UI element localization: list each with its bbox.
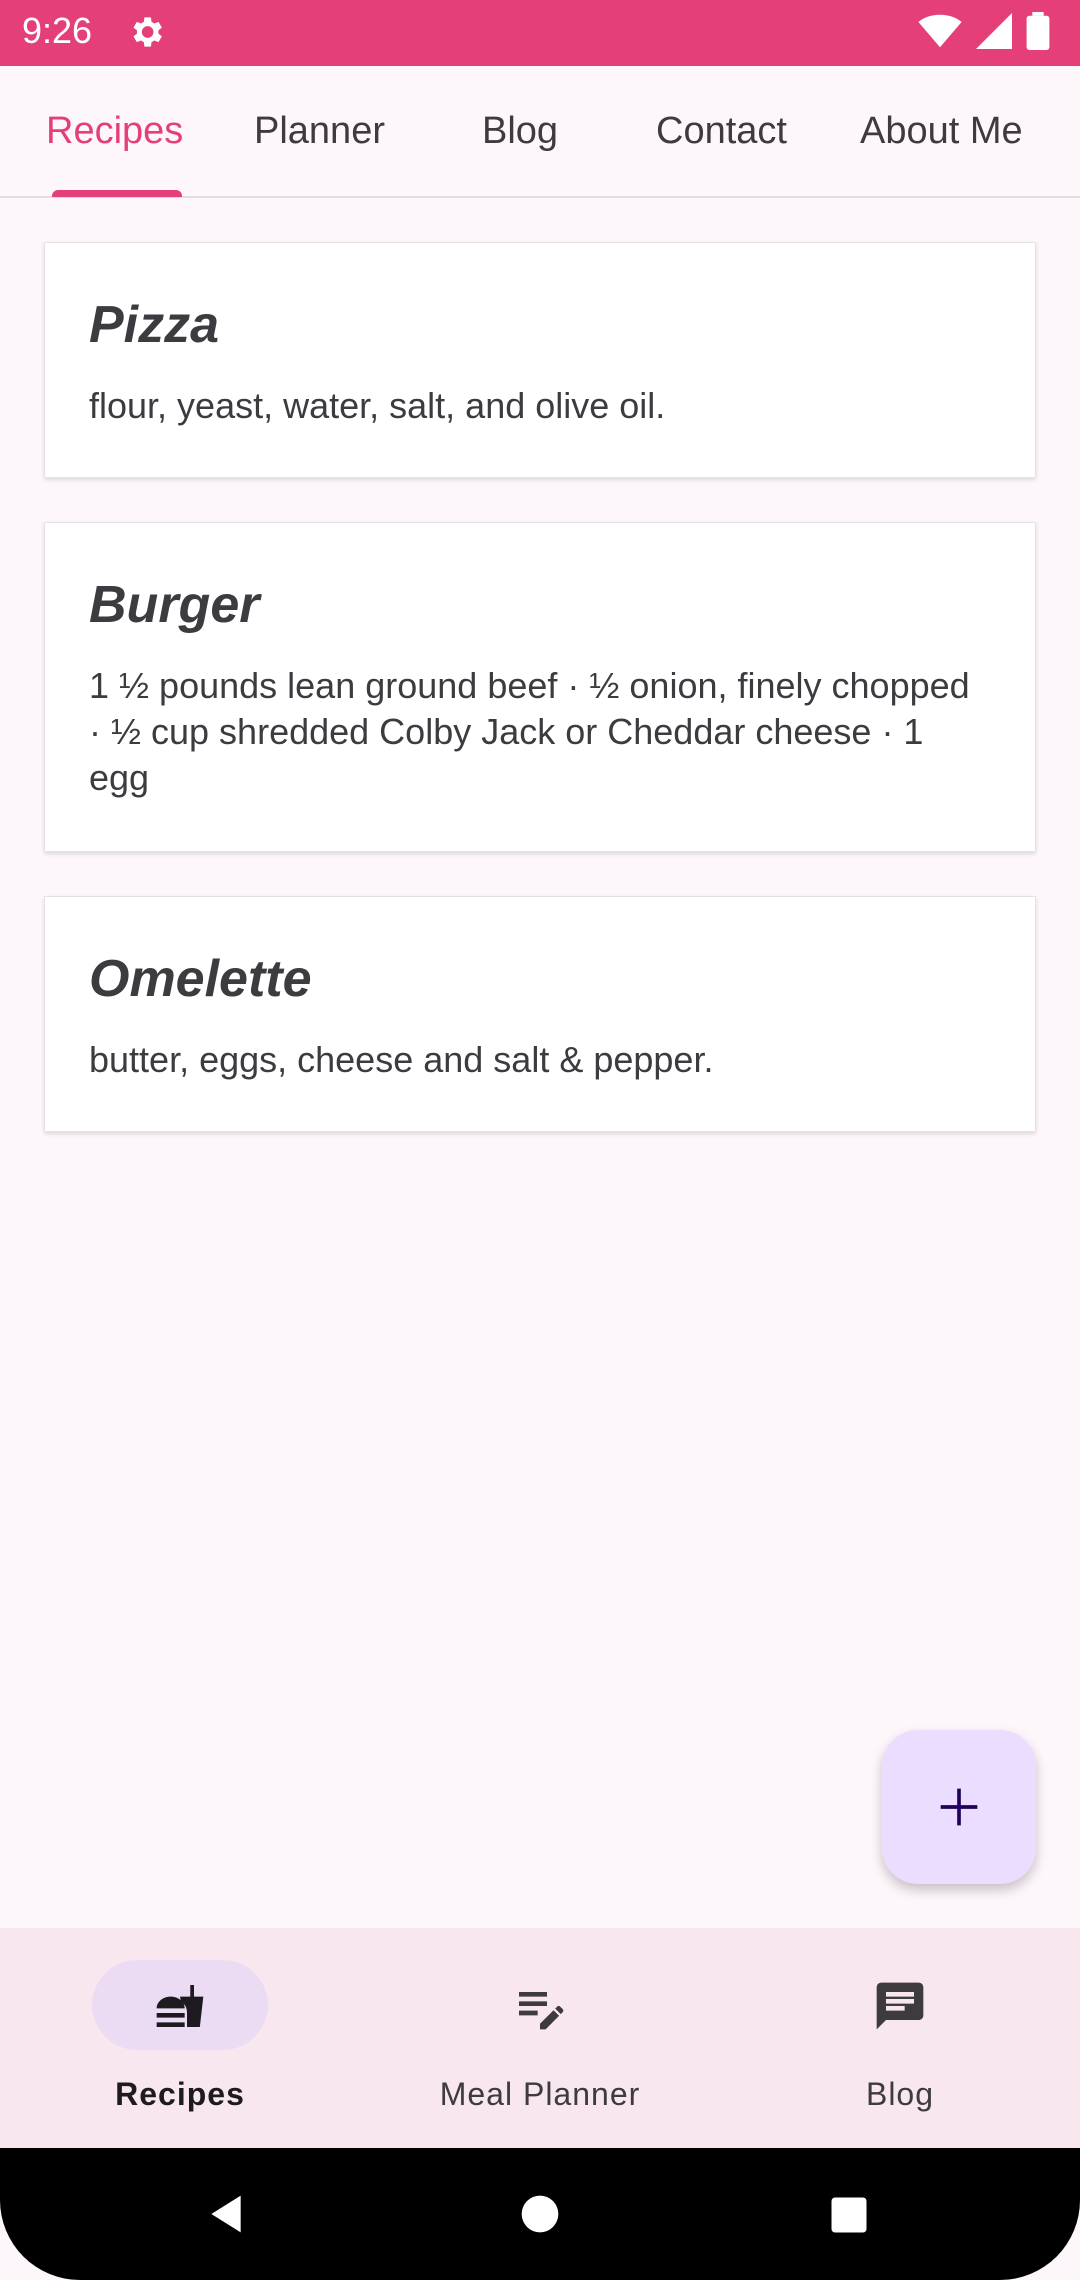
nav-item-meal-planner[interactable]: Meal Planner (360, 1928, 720, 2148)
chat-bubble-icon (876, 1982, 924, 2030)
gear-icon (133, 17, 162, 47)
signal-icon (976, 13, 1012, 49)
top-tab-bar: Recipes Planner Blog Contact About Me (0, 66, 1080, 198)
tab-about-me[interactable]: About Me (860, 110, 1023, 153)
status-time: 9:26 (22, 10, 93, 51)
recipe-ingredients: flour, yeast, water, salt, and olive oil… (89, 385, 666, 426)
battery-icon (1026, 12, 1050, 50)
status-bar: 9:26 (0, 0, 1080, 66)
wifi-icon (918, 14, 962, 48)
nav-item-blog[interactable]: Blog (720, 1928, 1080, 2148)
recipe-ingredients: butter, eggs, cheese and salt & pepper. (89, 1039, 714, 1080)
burger-drink-icon (156, 1985, 204, 2027)
tab-planner[interactable]: Planner (254, 110, 385, 153)
tab-blog[interactable]: Blog (482, 110, 558, 153)
edit-list-icon (519, 1992, 564, 2030)
recipe-title: Burger (89, 576, 260, 634)
nav-label: Recipes (115, 2076, 245, 2112)
tab-contact[interactable]: Contact (656, 110, 787, 153)
recipe-ingredients: 1 ½ pounds lean ground beef · ½ onion, f… (89, 665, 970, 798)
nav-item-recipes[interactable]: Recipes (0, 1928, 360, 2148)
recipe-card-burger[interactable]: Burger 1 ½ pounds lean ground beef · ½ o… (44, 522, 1036, 852)
back-icon[interactable] (204, 2192, 248, 2236)
home-icon[interactable] (518, 2192, 562, 2236)
recents-icon[interactable] (828, 2194, 870, 2236)
tab-recipes[interactable]: Recipes (46, 110, 183, 153)
add-recipe-button[interactable] (882, 1730, 1036, 1884)
bottom-navigation: Recipes Meal Planner Blog (0, 1928, 1080, 2148)
recipe-title: Omelette (89, 950, 312, 1008)
tab-indicator (52, 190, 182, 197)
nav-label: Blog (865, 2076, 935, 2112)
recipe-card-omelette[interactable]: Omelette butter, eggs, cheese and salt &… (44, 896, 1036, 1132)
plus-icon (940, 1788, 978, 1826)
recipe-title: Pizza (89, 296, 220, 354)
nav-label: Meal Planner (439, 2076, 641, 2112)
system-navigation-bar (0, 2148, 1080, 2280)
recipe-card-pizza[interactable]: Pizza flour, yeast, water, salt, and oli… (44, 242, 1036, 478)
